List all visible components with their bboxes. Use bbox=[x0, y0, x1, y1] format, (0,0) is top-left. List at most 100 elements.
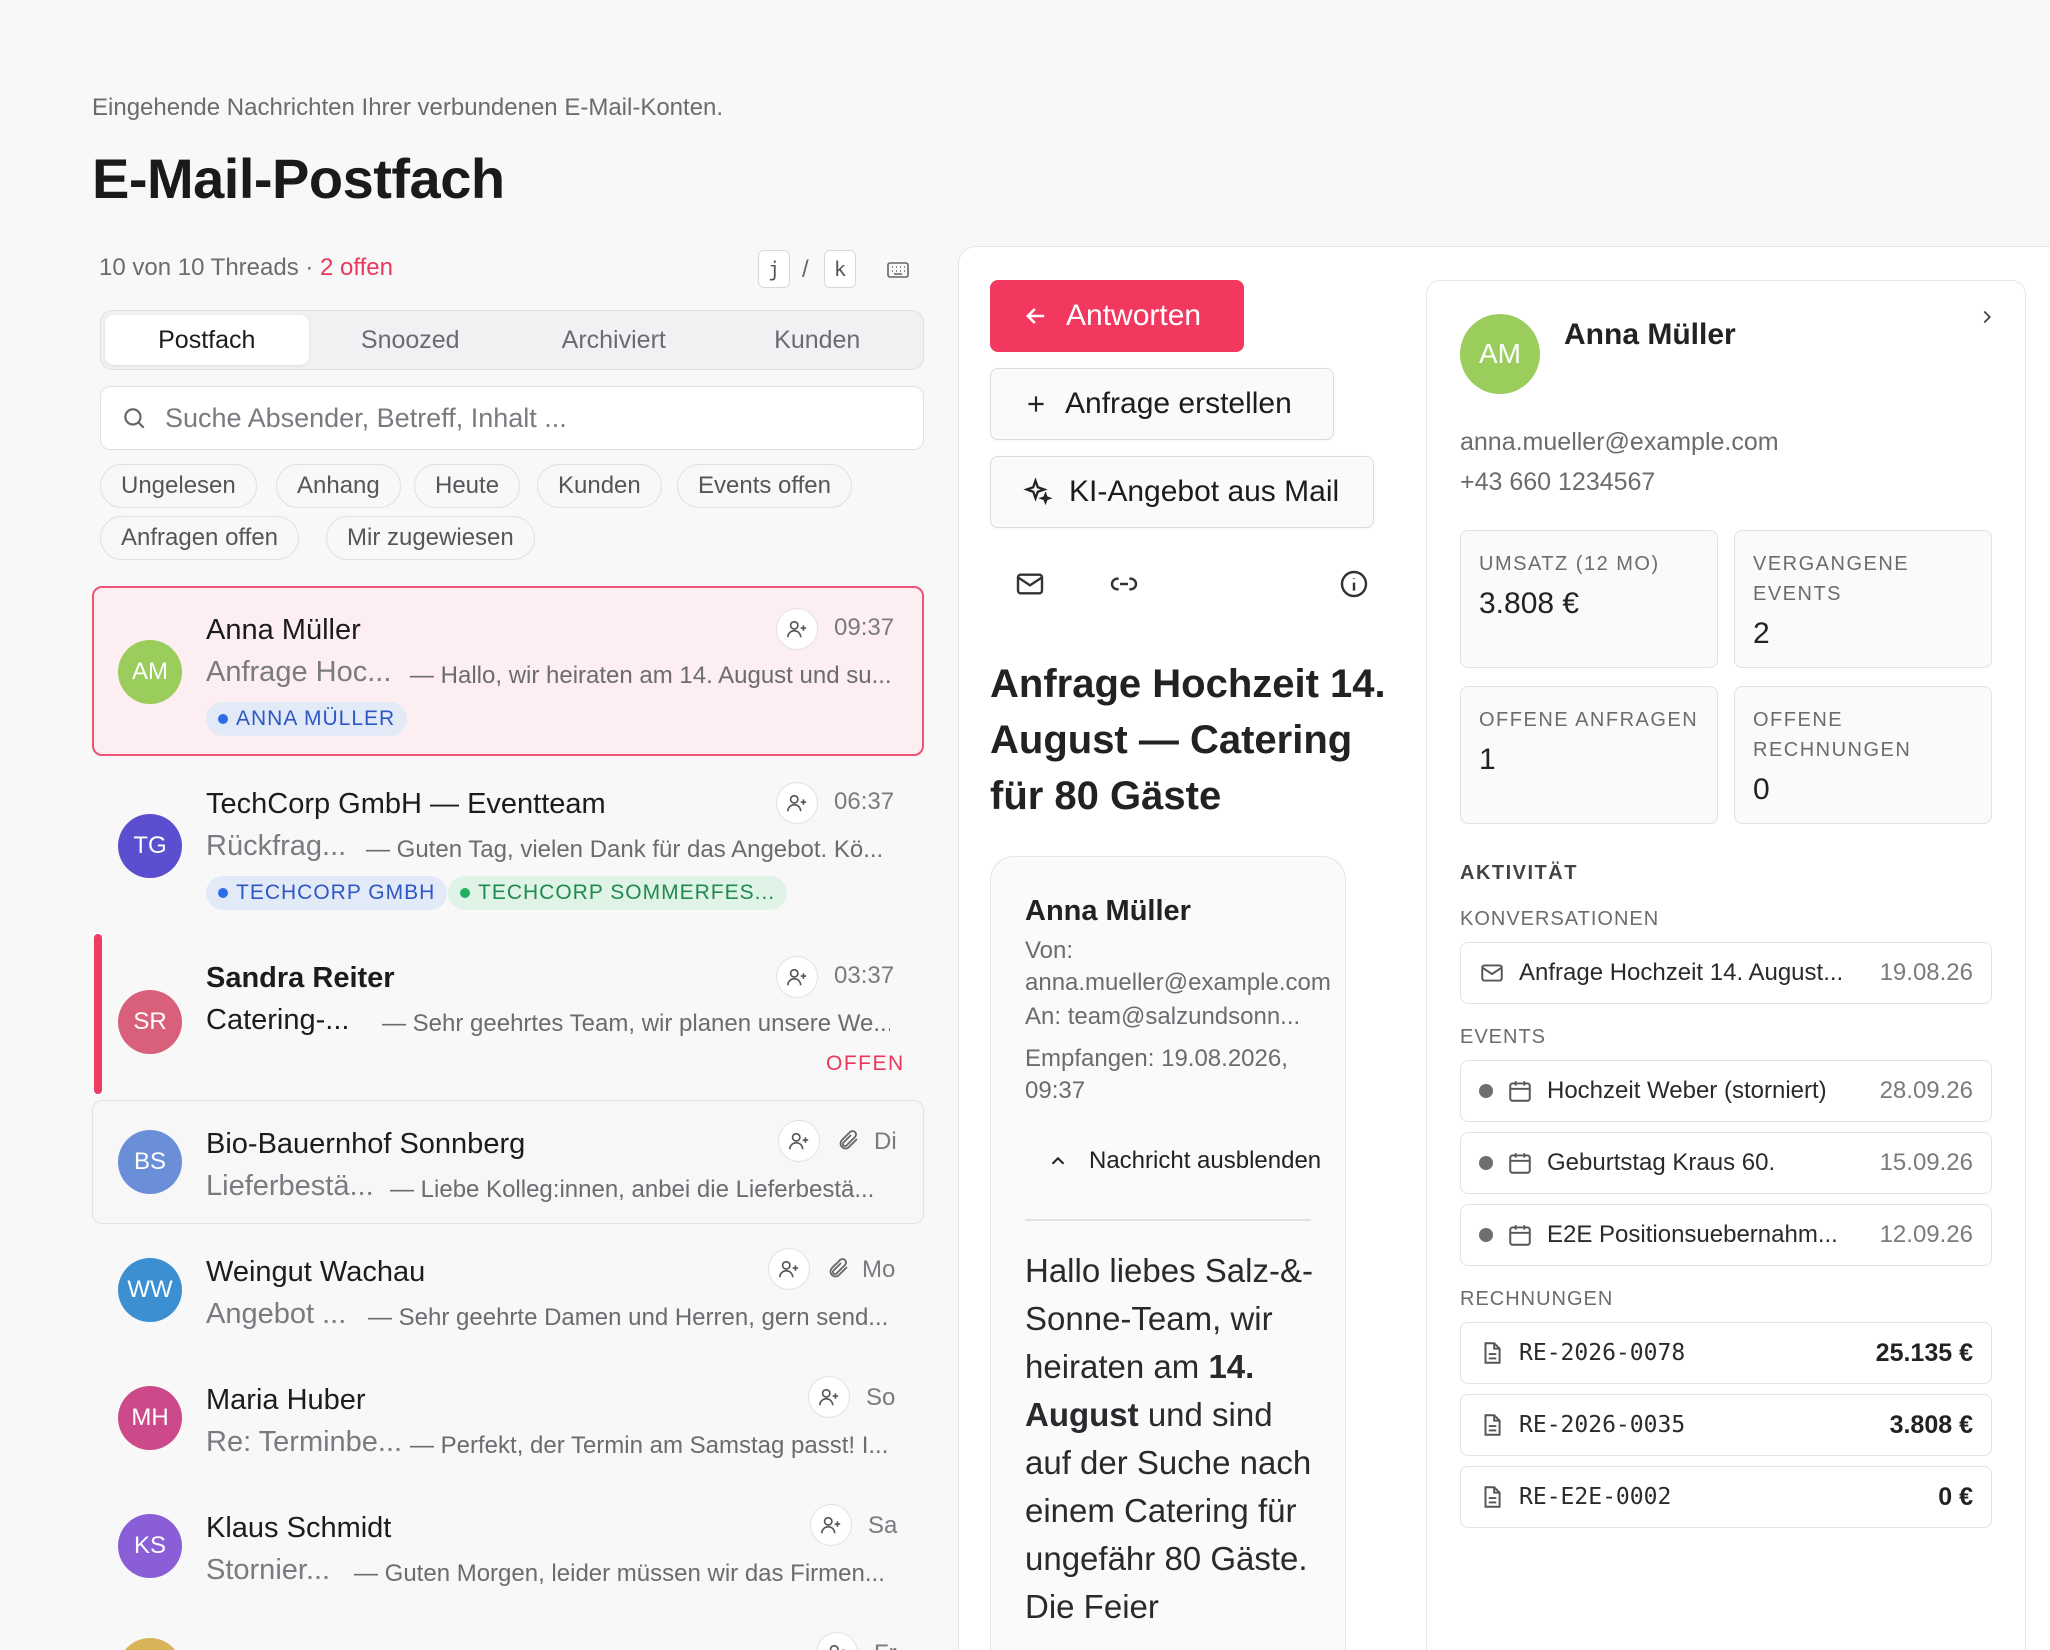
tab-archiviert[interactable]: Archiviert bbox=[512, 315, 716, 365]
event-date: 15.09.26 bbox=[1879, 1149, 1973, 1176]
thread-time: 09:37 bbox=[834, 614, 895, 641]
conversation-date: 19.08.26 bbox=[1879, 959, 1973, 986]
message-received: Empfangen: 19.08.2026, bbox=[1025, 1045, 1288, 1072]
thread-subject: Anfrage Hoc... bbox=[206, 656, 392, 688]
filter-ungelesen[interactable]: Ungelesen bbox=[100, 464, 257, 508]
create-request-button[interactable]: Anfrage erstellen bbox=[990, 368, 1334, 440]
ai-offer-label: KI-Angebot aus Mail bbox=[1069, 475, 1340, 508]
event-title: Hochzeit Weber (storniert) bbox=[1547, 1077, 1827, 1104]
conversations-heading: KONVERSATIONEN bbox=[1460, 908, 1660, 930]
open-count[interactable]: 2 offen bbox=[320, 254, 393, 281]
search-box bbox=[100, 386, 924, 450]
invoice-row[interactable]: RE-2026-0078 25.135 € bbox=[1460, 1322, 1992, 1384]
assign-user-icon[interactable] bbox=[778, 1120, 820, 1162]
kbd-prev-hint: j bbox=[758, 250, 790, 288]
message-sender: Anna Müller bbox=[1025, 895, 1191, 927]
document-icon bbox=[1479, 1484, 1505, 1510]
invoice-number: RE-E2E-0002 bbox=[1519, 1484, 1672, 1510]
stat-value: 3.808 € bbox=[1479, 587, 1580, 620]
status-dot bbox=[1479, 1084, 1493, 1098]
event-row[interactable]: E2E Positionsuebernahm... 12.09.26 bbox=[1460, 1204, 1992, 1266]
conversation-row[interactable]: Anfrage Hochzeit 14. August... 19.08.26 bbox=[1460, 942, 1992, 1004]
customer-tag[interactable]: ANNA MÜLLER bbox=[206, 702, 408, 736]
stat-label: OFFENE RECHNUNGEN bbox=[1753, 709, 1912, 761]
keyboard-icon[interactable] bbox=[886, 258, 910, 282]
tab-postfach[interactable]: Postfach bbox=[105, 315, 309, 365]
event-row[interactable]: Hochzeit Weber (storniert) 28.09.26 bbox=[1460, 1060, 1992, 1122]
mail-subject: Anfrage Hochzeit 14. August — Catering f… bbox=[990, 662, 1386, 818]
thread-snippet: — Sehr geehrte Damen und Herren, gern se… bbox=[368, 1304, 889, 1331]
status-dot bbox=[1479, 1228, 1493, 1242]
filter-kunden[interactable]: Kunden bbox=[537, 464, 662, 508]
thread-snippet: — Guten Morgen, leider müssen wir das Fi… bbox=[354, 1560, 885, 1587]
thread-time: Di bbox=[874, 1128, 897, 1155]
thread-time: So bbox=[866, 1384, 896, 1411]
event-title: Geburtstag Kraus 60. bbox=[1547, 1149, 1776, 1176]
thread-time: Fr bbox=[874, 1640, 897, 1650]
reply-button[interactable]: Antworten bbox=[990, 280, 1244, 352]
invoice-amount: 0 € bbox=[1938, 1482, 1973, 1511]
thread-subject: Lieferbestä... bbox=[206, 1170, 374, 1202]
kbd-separator: / bbox=[802, 256, 809, 283]
assign-user-icon[interactable] bbox=[776, 956, 818, 998]
event-tag-label: TECHCORP SOMMERFES... bbox=[478, 881, 776, 904]
assign-user-icon[interactable] bbox=[808, 1376, 850, 1418]
plus-icon bbox=[1023, 391, 1049, 417]
thread-sender[interactable]: Klaus Schmidt bbox=[206, 1512, 391, 1545]
assign-user-icon[interactable] bbox=[810, 1504, 852, 1546]
event-row[interactable]: Geburtstag Kraus 60. 15.09.26 bbox=[1460, 1132, 1992, 1194]
status-badge: OFFEN bbox=[826, 1052, 905, 1075]
info-icon[interactable] bbox=[1338, 568, 1370, 600]
customer-tag-label: TECHCORP GMBH bbox=[236, 881, 436, 904]
calendar-icon bbox=[1507, 1078, 1533, 1104]
attachment-icon bbox=[826, 1256, 850, 1280]
mail-icon[interactable] bbox=[1014, 568, 1046, 600]
tab-kunden[interactable]: Kunden bbox=[716, 315, 920, 365]
customer-phone[interactable]: +43 660 1234567 bbox=[1460, 468, 1655, 497]
customer-avatar: AM bbox=[1460, 314, 1540, 394]
assign-user-icon[interactable] bbox=[768, 1248, 810, 1290]
tab-snoozed[interactable]: Snoozed bbox=[309, 315, 513, 365]
assign-user-icon[interactable] bbox=[776, 782, 818, 824]
invoice-row[interactable]: RE-2026-0035 3.808 € bbox=[1460, 1394, 1992, 1456]
thread-row[interactable] bbox=[92, 1100, 924, 1224]
event-tag[interactable]: TECHCORP SOMMERFES... bbox=[448, 876, 788, 910]
thread-subject: Re: Terminbe... bbox=[206, 1426, 402, 1458]
link-icon[interactable] bbox=[1108, 568, 1140, 600]
customer-email[interactable]: anna.mueller@example.com bbox=[1460, 428, 1779, 457]
customer-tag[interactable]: TECHCORP GMBH bbox=[206, 876, 448, 910]
thread-time: 06:37 bbox=[834, 788, 895, 815]
thread-count-text: 10 von 10 Threads · bbox=[99, 254, 321, 281]
filter-mir-zugewiesen[interactable]: Mir zugewiesen bbox=[326, 516, 535, 560]
page-subtitle: Eingehende Nachrichten Ihrer verbundenen… bbox=[92, 94, 724, 121]
avatar: TG bbox=[118, 814, 182, 878]
filter-heute[interactable]: Heute bbox=[414, 464, 521, 508]
assign-user-icon[interactable] bbox=[776, 608, 818, 650]
page-title: E-Mail-Postfach bbox=[92, 147, 505, 210]
stat-umsatz: UMSATZ (12 MO) 3.808 € bbox=[1460, 530, 1718, 668]
thread-time: Mo bbox=[862, 1256, 896, 1283]
invoice-row[interactable]: RE-E2E-0002 0 € bbox=[1460, 1466, 1992, 1528]
message-from-address[interactable]: anna.mueller@example.com bbox=[1025, 969, 1331, 997]
ai-offer-button[interactable]: KI-Angebot aus Mail bbox=[990, 456, 1374, 528]
thread-sender[interactable]: Maria Huber bbox=[206, 1384, 366, 1417]
filter-events-offen[interactable]: Events offen bbox=[677, 464, 852, 508]
thread-sender[interactable]: Sandra Reiter bbox=[206, 962, 395, 995]
chevron-up-icon bbox=[1047, 1150, 1069, 1172]
reply-label: Antworten bbox=[1066, 299, 1202, 332]
filter-anhang[interactable]: Anhang bbox=[276, 464, 401, 508]
search-input[interactable] bbox=[165, 402, 865, 434]
filter-anfragen-offen[interactable]: Anfragen offen bbox=[100, 516, 300, 560]
stat-value: 2 bbox=[1753, 617, 1770, 650]
stat-label: UMSATZ (12 MO) bbox=[1479, 553, 1660, 575]
stat-label: OFFENE ANFRAGEN bbox=[1479, 709, 1699, 731]
sparkles-icon bbox=[1023, 477, 1053, 507]
thread-count: 10 von 10 Threads · 2 offen bbox=[99, 254, 393, 282]
invoice-amount: 3.808 € bbox=[1889, 1410, 1973, 1439]
thread-sender[interactable]: TechCorp GmbH — Eventteam bbox=[206, 788, 606, 821]
assign-user-icon[interactable] bbox=[816, 1632, 858, 1650]
toggle-message-button[interactable]: Nachricht ausblenden bbox=[1047, 1147, 1321, 1175]
chevron-right-icon[interactable] bbox=[1976, 306, 1998, 328]
thread-sender[interactable]: Weingut Wachau bbox=[206, 1256, 425, 1289]
event-date: 12.09.26 bbox=[1879, 1221, 1973, 1248]
